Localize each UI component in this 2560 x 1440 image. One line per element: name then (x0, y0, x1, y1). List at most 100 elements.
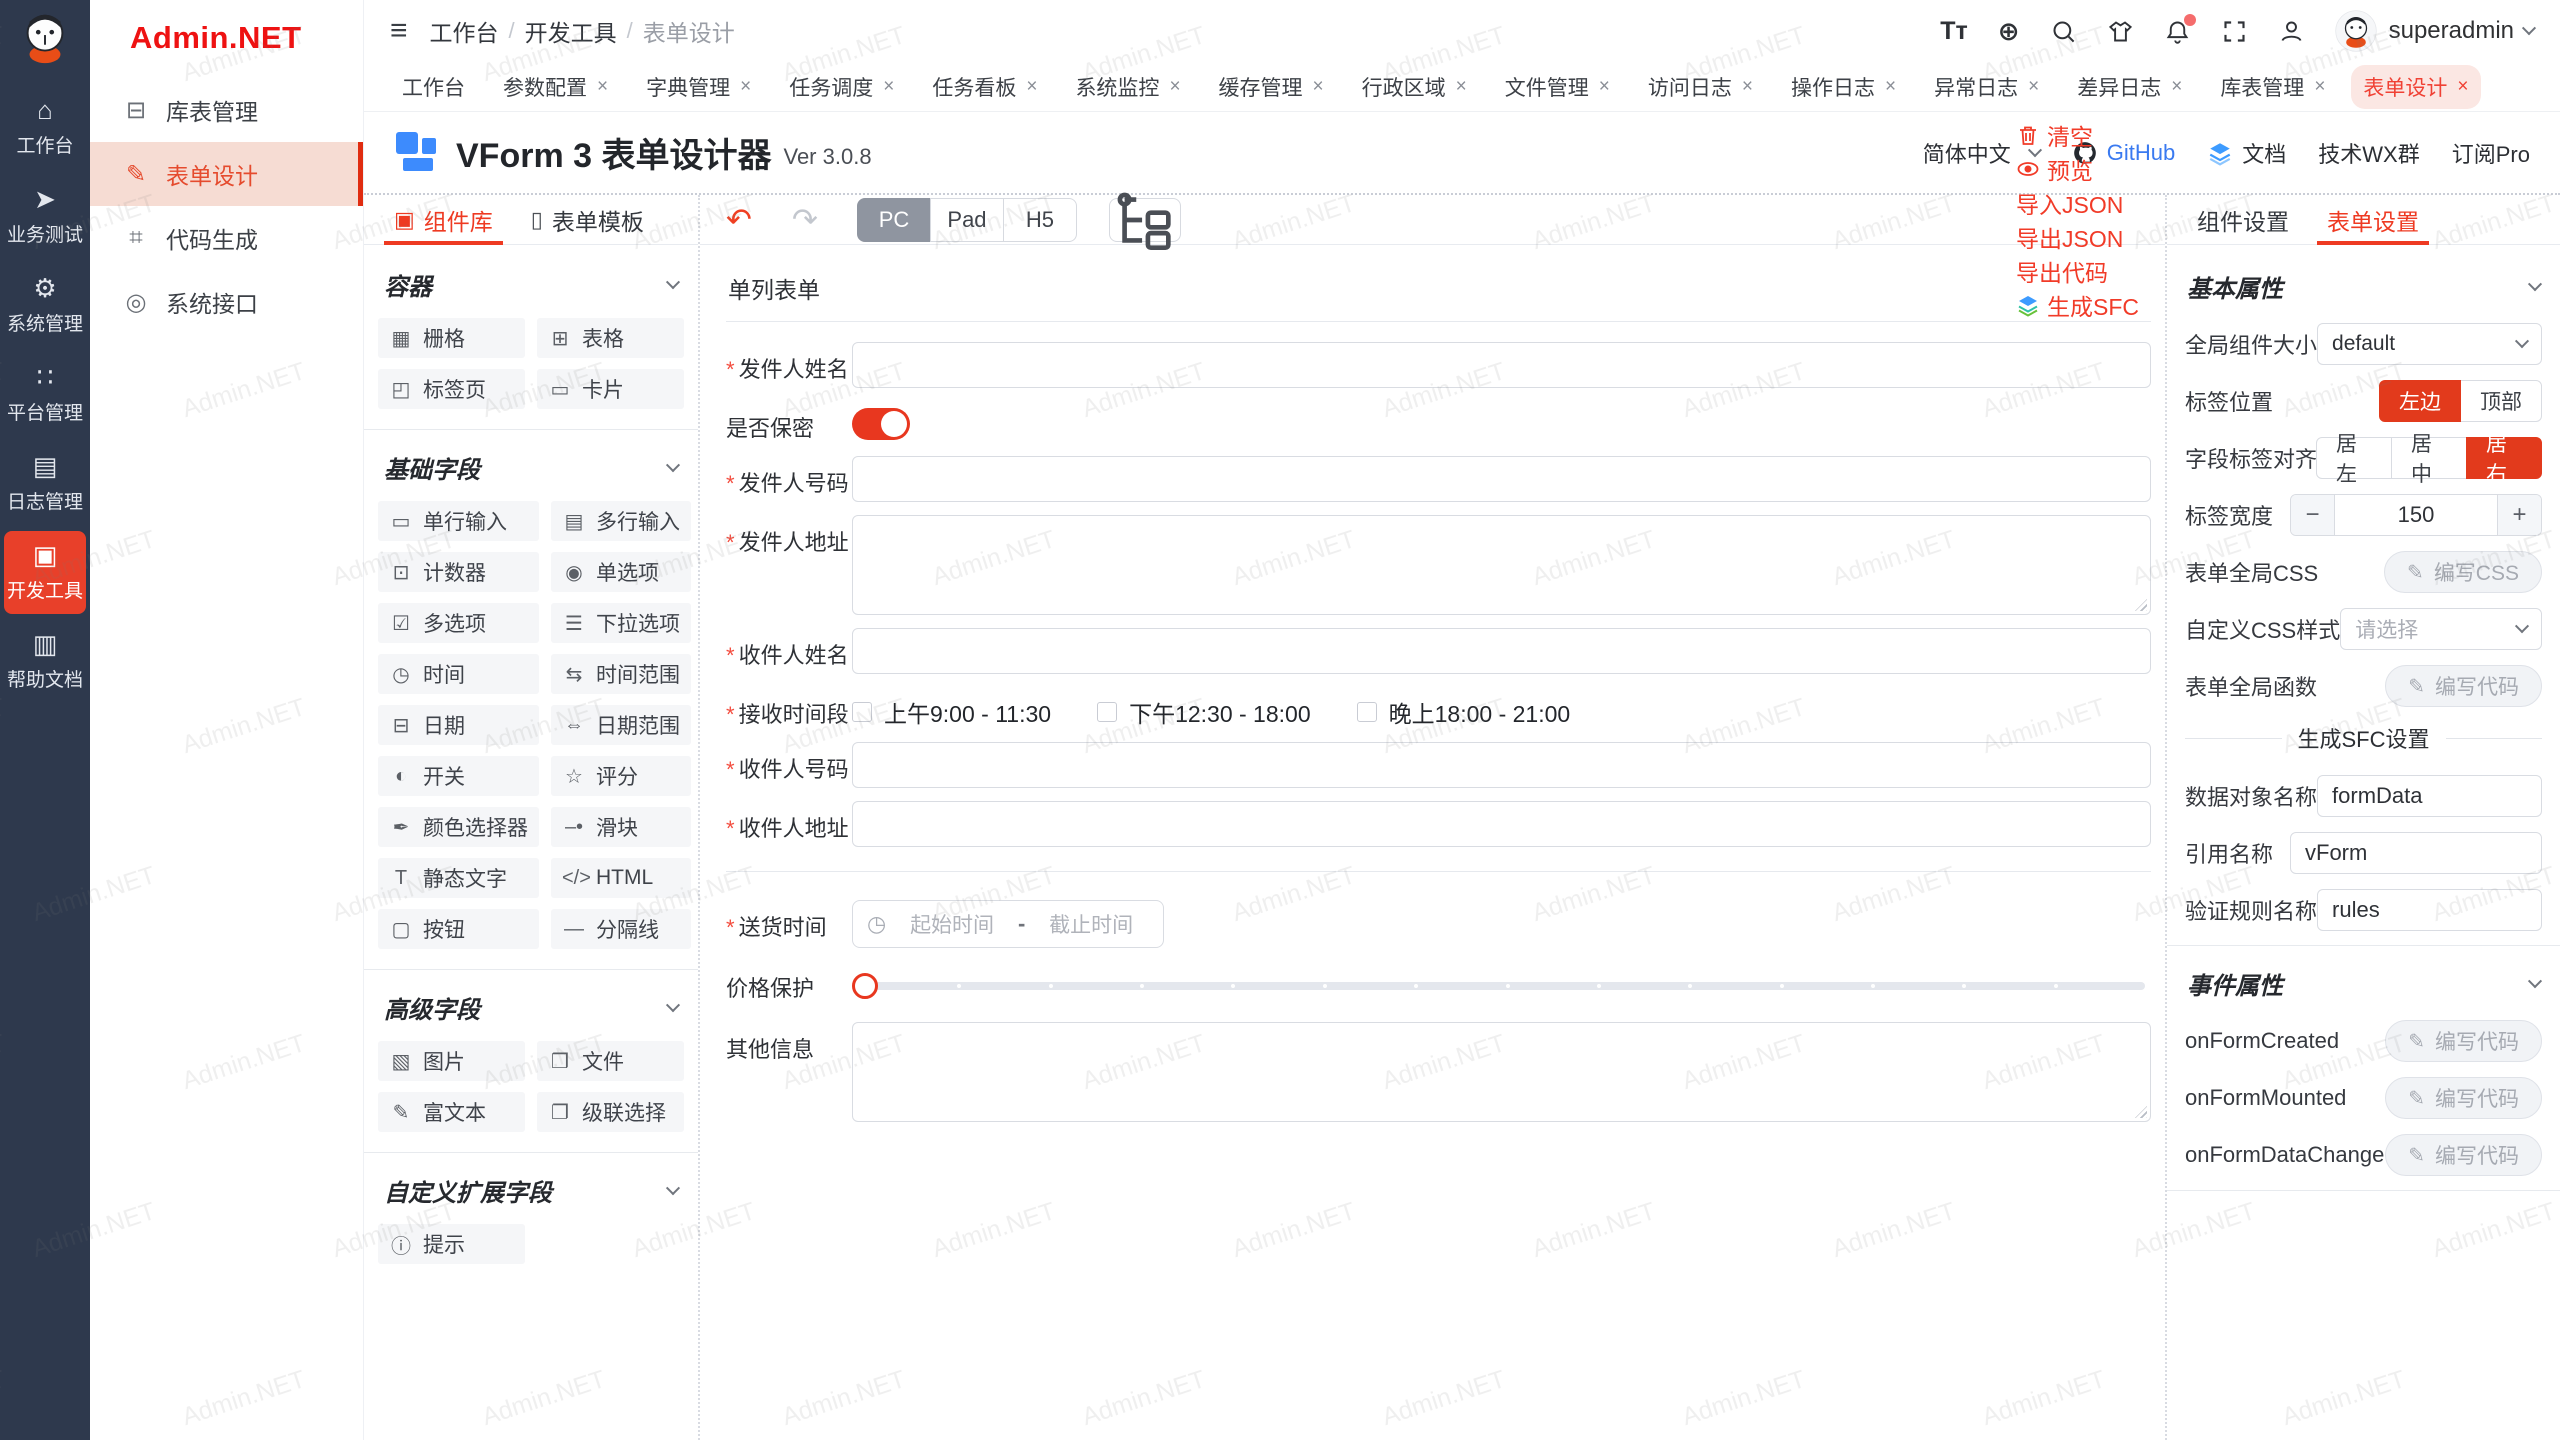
font-size-icon[interactable]: Tт (1940, 17, 1968, 46)
section-header-1[interactable]: 基础字段 (378, 438, 684, 501)
notification-bell-icon[interactable] (2164, 18, 2191, 45)
subscribe-pro-link[interactable]: 订阅Pro (2452, 137, 2530, 169)
component-item-checkbox[interactable]: ☑多选项 (378, 603, 539, 643)
section-header-3[interactable]: 自定义扩展字段 (378, 1161, 684, 1224)
rail-item-log-manage[interactable]: ▤日志管理 (4, 442, 86, 525)
component-item-time-range[interactable]: ⇆时间范围 (551, 654, 691, 694)
segment-option[interactable]: 顶部 (2460, 380, 2542, 422)
edit-button-form-global-css[interactable]: ✎编写CSS (2384, 551, 2542, 593)
segment-option[interactable]: 左边 (2379, 380, 2461, 422)
page-tab-1[interactable]: 参数配置× (491, 65, 620, 109)
component-item-file[interactable]: ❒文件 (537, 1041, 684, 1081)
tab-close-icon[interactable]: × (1169, 76, 1180, 98)
component-item-date[interactable]: ⊟日期 (378, 705, 539, 745)
component-item-tab-page[interactable]: ◰标签页 (378, 369, 525, 409)
form-field-sender-name[interactable]: *发件人姓名 (726, 342, 2151, 388)
form-field-sender-phone[interactable]: *发件人号码 (726, 456, 2151, 502)
tab-close-icon[interactable]: × (1885, 76, 1896, 98)
form-field-receiver-phone[interactable]: *收件人号码 (726, 742, 2151, 788)
tab-close-icon[interactable]: × (2314, 76, 2325, 98)
panel-tab-form-templates[interactable]: ▯表单模板 (525, 195, 650, 244)
page-tab-6[interactable]: 缓存管理× (1207, 65, 1336, 109)
tab-close-icon[interactable]: × (597, 76, 608, 98)
page-tab-0[interactable]: 工作台 (390, 65, 477, 109)
text-input[interactable] (852, 456, 2151, 502)
tab-close-icon[interactable]: × (1599, 76, 1610, 98)
rail-item-dev-tools[interactable]: ▣开发工具 (4, 531, 86, 614)
slider-track[interactable] (866, 982, 2145, 990)
component-item-table[interactable]: ⊞表格 (537, 318, 684, 358)
settings-section-1[interactable]: 事件属性 (2185, 950, 2542, 1019)
component-item-slider[interactable]: –•滑块 (551, 807, 691, 847)
chevron-down-icon[interactable] (2522, 21, 2536, 35)
tab-close-icon[interactable]: × (1026, 76, 1037, 98)
checkbox-option[interactable]: 上午9:00 - 11:30 (852, 695, 1051, 729)
component-item-date-range[interactable]: ⇔日期范围 (551, 705, 691, 745)
component-item-single-input[interactable]: ▭单行输入 (378, 501, 539, 541)
tab-close-icon[interactable]: × (1456, 76, 1467, 98)
component-item-rate[interactable]: ☆评分 (551, 756, 691, 796)
settings-tab-component-settings[interactable]: 组件设置 (2191, 195, 2295, 244)
settings-section-0[interactable]: 基本属性 (2185, 253, 2542, 322)
segment-option[interactable]: 居右 (2466, 437, 2542, 479)
input-rules-name[interactable]: rules (2317, 889, 2542, 931)
textarea-input[interactable] (852, 515, 2151, 615)
rail-item-help-docs[interactable]: ▥帮助文档 (4, 620, 86, 703)
page-tab-4[interactable]: 任务看板× (920, 65, 1049, 109)
page-tab-5[interactable]: 系统监控× (1063, 65, 1192, 109)
action-import-json-button[interactable]: 导入JSON (2016, 186, 2139, 220)
sidebar-item-table-manage[interactable]: ⊟库表管理 (90, 78, 363, 142)
component-item-picture[interactable]: ▧图片 (378, 1041, 525, 1081)
segment-option[interactable]: 居中 (2391, 437, 2467, 479)
checkbox-icon[interactable] (1097, 702, 1117, 722)
text-input[interactable] (852, 742, 2151, 788)
tab-close-icon[interactable]: × (740, 76, 751, 98)
rail-item-system-manage[interactable]: ⚙系统管理 (4, 264, 86, 347)
form-field-receiver-address[interactable]: *收件人地址 (726, 801, 2151, 847)
page-tab-8[interactable]: 文件管理× (1493, 65, 1622, 109)
collapse-menu-icon[interactable]: ≡ (390, 14, 408, 48)
component-item-divider[interactable]: —分隔线 (551, 909, 691, 949)
section-header-0[interactable]: 容器 (378, 255, 684, 318)
breadcrumb-item[interactable]: 开发工具 (525, 14, 617, 48)
checkbox-option[interactable]: 下午12:30 - 18:00 (1097, 695, 1311, 729)
tab-close-icon[interactable]: × (883, 76, 894, 98)
form-title[interactable]: 单列表单 (726, 259, 2151, 322)
wx-group-link[interactable]: 技术WX群 (2318, 137, 2419, 169)
slider-thumb[interactable] (852, 973, 878, 999)
component-item-radio[interactable]: ◉单选项 (551, 552, 691, 592)
fullscreen-icon[interactable] (2221, 18, 2248, 45)
node-tree-button[interactable] (1109, 198, 1181, 242)
page-tab-11[interactable]: 异常日志× (1922, 65, 2051, 109)
form-canvas[interactable]: 单列表单 *发件人姓名是否保密*发件人号码*发件人地址*收件人姓名*接收时间段上… (700, 245, 2165, 1440)
component-item-card[interactable]: ▭卡片 (537, 369, 684, 409)
component-item-multi-input[interactable]: ▤多行输入 (551, 501, 691, 541)
input-data-object-name[interactable]: formData (2317, 775, 2542, 817)
input-ref-name[interactable]: vForm (2290, 832, 2542, 874)
edit-button-on-form-created[interactable]: ✎编写代码 (2385, 1020, 2542, 1062)
user-avatar[interactable] (2335, 10, 2377, 52)
component-item-select[interactable]: ☰下拉选项 (551, 603, 691, 643)
checkbox-option[interactable]: 晚上18:00 - 21:00 (1357, 695, 1571, 729)
form-field-is-secret[interactable]: 是否保密 (726, 401, 2151, 443)
user-profile-icon[interactable] (2278, 18, 2305, 45)
theme-shirt-icon[interactable] (2107, 18, 2134, 45)
component-item-switch[interactable]: ◐开关 (378, 756, 539, 796)
component-item-html[interactable]: </>HTML (551, 858, 691, 898)
docs-link[interactable]: 文档 (2207, 137, 2286, 169)
sidebar-item-system-api[interactable]: ◎系统接口 (90, 270, 363, 334)
edit-button-on-form-mounted[interactable]: ✎编写代码 (2385, 1077, 2542, 1119)
text-input[interactable] (852, 342, 2151, 388)
page-tab-active[interactable]: 表单设计× (2351, 65, 2480, 109)
section-header-2[interactable]: 高级字段 (378, 978, 684, 1041)
undo-icon[interactable]: ↶ (726, 204, 752, 235)
component-item-cascader[interactable]: ❐级联选择 (537, 1092, 684, 1132)
select-global-component-size[interactable]: default (2317, 323, 2542, 365)
tab-close-icon[interactable]: × (1313, 76, 1324, 98)
edit-button-form-global-functions[interactable]: ✎编写代码 (2385, 665, 2542, 707)
checkbox-icon[interactable] (1357, 702, 1377, 722)
redo-icon[interactable]: ↷ (792, 204, 818, 235)
form-field-other-info[interactable]: 其他信息 (726, 1022, 2151, 1122)
page-tab-7[interactable]: 行政区域× (1350, 65, 1479, 109)
device-button-h5[interactable]: H5 (1003, 198, 1077, 242)
